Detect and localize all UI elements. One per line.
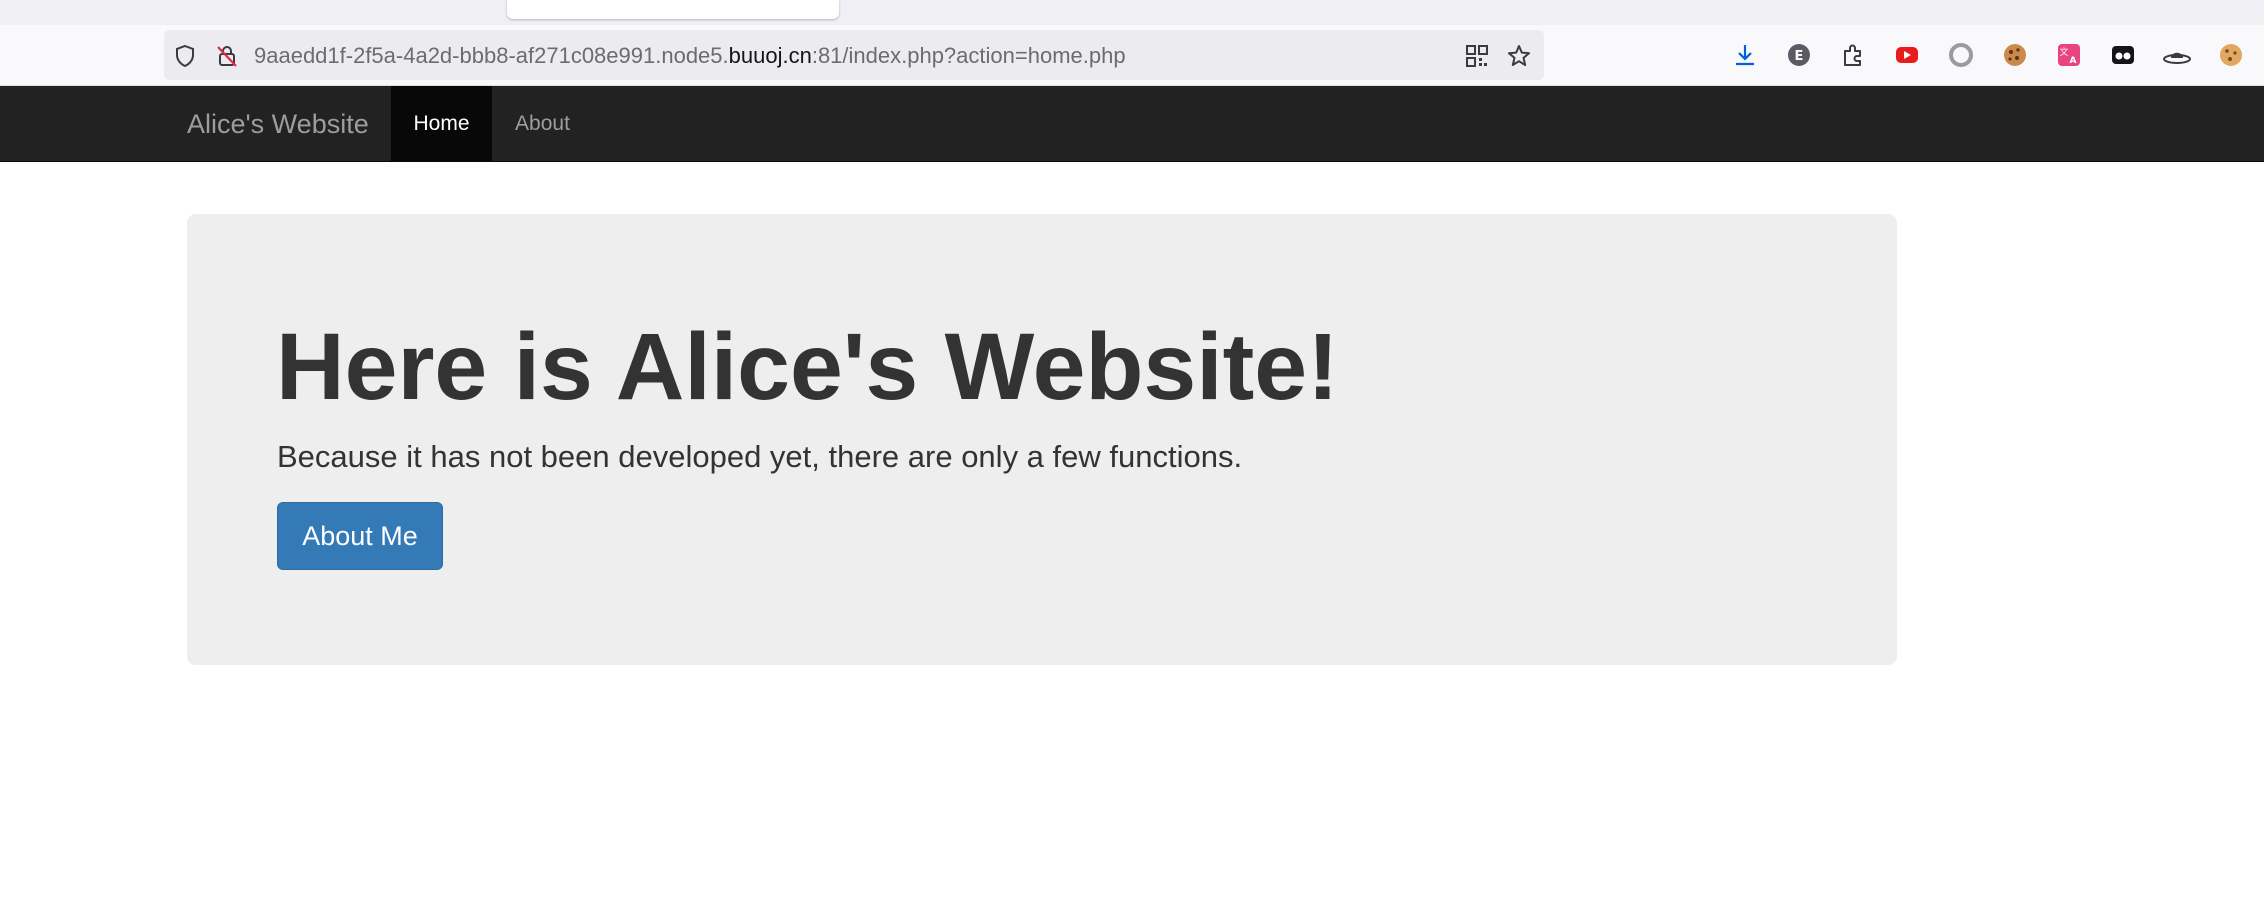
page-title: Here is Alice's Website!	[276, 314, 1339, 420]
svg-text:E: E	[1795, 49, 1804, 64]
puzzle-icon[interactable]	[1838, 40, 1868, 70]
url-domain: buuoj.cn	[728, 43, 812, 68]
navbar-brand[interactable]: Alice's Website	[187, 86, 369, 162]
url-prefix: 9aaedd1f-2f5a-4a2d-bbb8-af271c08e991.nod…	[254, 43, 729, 68]
nav-item-about[interactable]: About	[492, 86, 593, 162]
svg-text:文: 文	[2059, 46, 2068, 58]
youtube-icon[interactable]	[1892, 40, 1922, 70]
active-tab[interactable]	[507, 0, 839, 19]
shield-icon[interactable]	[172, 43, 198, 69]
bookmark-star-icon[interactable]	[1506, 43, 1532, 69]
cookie-alt-icon[interactable]	[2216, 40, 2246, 70]
tab-strip	[0, 0, 2264, 25]
nav-item-home[interactable]: Home	[391, 86, 492, 162]
translate-icon[interactable]: 文A	[2054, 40, 2084, 70]
url-suffix: :81/index.php?action=home.php	[811, 43, 1126, 68]
url-text[interactable]: 9aaedd1f-2f5a-4a2d-bbb8-af271c08e991.nod…	[254, 42, 1126, 70]
masks-icon[interactable]	[2108, 40, 2138, 70]
qr-code-icon[interactable]	[1464, 43, 1490, 69]
page-subtitle: Because it has not been developed yet, t…	[277, 439, 1243, 474]
svg-text:A: A	[2070, 56, 2077, 66]
download-icon[interactable]	[1730, 40, 1760, 70]
e-extension-icon[interactable]: E	[1784, 40, 1814, 70]
lock-warning-icon[interactable]	[214, 43, 240, 69]
about-me-button[interactable]: About Me	[277, 502, 443, 570]
hat-icon[interactable]	[2162, 40, 2192, 70]
circle-extension-icon[interactable]	[1946, 40, 1976, 70]
cookie-icon[interactable]	[2000, 40, 2030, 70]
